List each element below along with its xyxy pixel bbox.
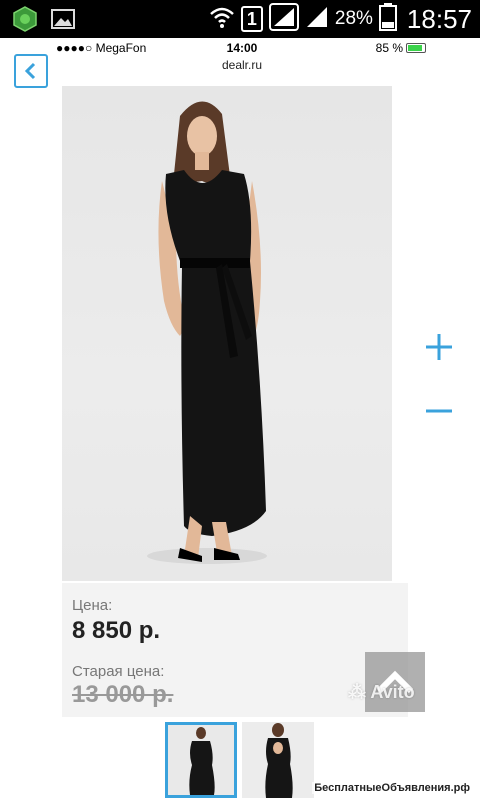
shield-app-icon — [12, 6, 38, 32]
thumbnail-back-image — [242, 722, 314, 798]
thumbnail-front-image — [168, 725, 234, 795]
android-status-bar: 1 28% 18:57 — [0, 0, 480, 38]
signal-icon-2 — [305, 5, 329, 34]
ios-status-bar: ●●●●○ MegaFon 14:00 85 % — [52, 38, 432, 58]
old-price-value: 13 000 р. — [72, 681, 174, 708]
zoom-in-button[interactable] — [422, 330, 456, 364]
clock: 18:57 — [406, 3, 472, 34]
ios-battery-group: 85 % — [376, 41, 426, 55]
thumbnail-back[interactable] — [242, 722, 314, 798]
thumbnail-front[interactable] — [165, 722, 237, 798]
browser-url: dealr.ru — [221, 58, 263, 72]
battery-percent: 28% — [334, 8, 373, 29]
sim-badge: 1 — [240, 6, 263, 32]
gallery-icon — [50, 6, 76, 32]
plus-icon — [426, 334, 452, 360]
product-photo[interactable] — [62, 86, 392, 581]
price-label: Цена: — [72, 597, 113, 614]
avito-watermark: ⁂ Avito — [348, 682, 415, 703]
site-watermark: БесплатныеОбъявления.рф — [312, 782, 472, 794]
ios-battery-percent: 85 % — [375, 41, 403, 55]
price-value: 8 850 р. — [72, 617, 161, 644]
ios-battery-icon — [406, 43, 426, 53]
battery-icon — [378, 2, 397, 36]
wifi-icon — [209, 5, 235, 34]
minus-icon — [426, 409, 452, 413]
zoom-out-button[interactable] — [422, 396, 456, 426]
avito-logo-icon: ⁂ — [348, 682, 366, 702]
old-price-label: Старая цена: — [72, 663, 165, 680]
avito-brand-text: Avito — [370, 682, 415, 702]
chevron-left-icon — [24, 62, 36, 80]
dress-model-image — [147, 101, 267, 564]
back-button[interactable] — [14, 54, 48, 88]
signal-icon — [268, 2, 299, 36]
